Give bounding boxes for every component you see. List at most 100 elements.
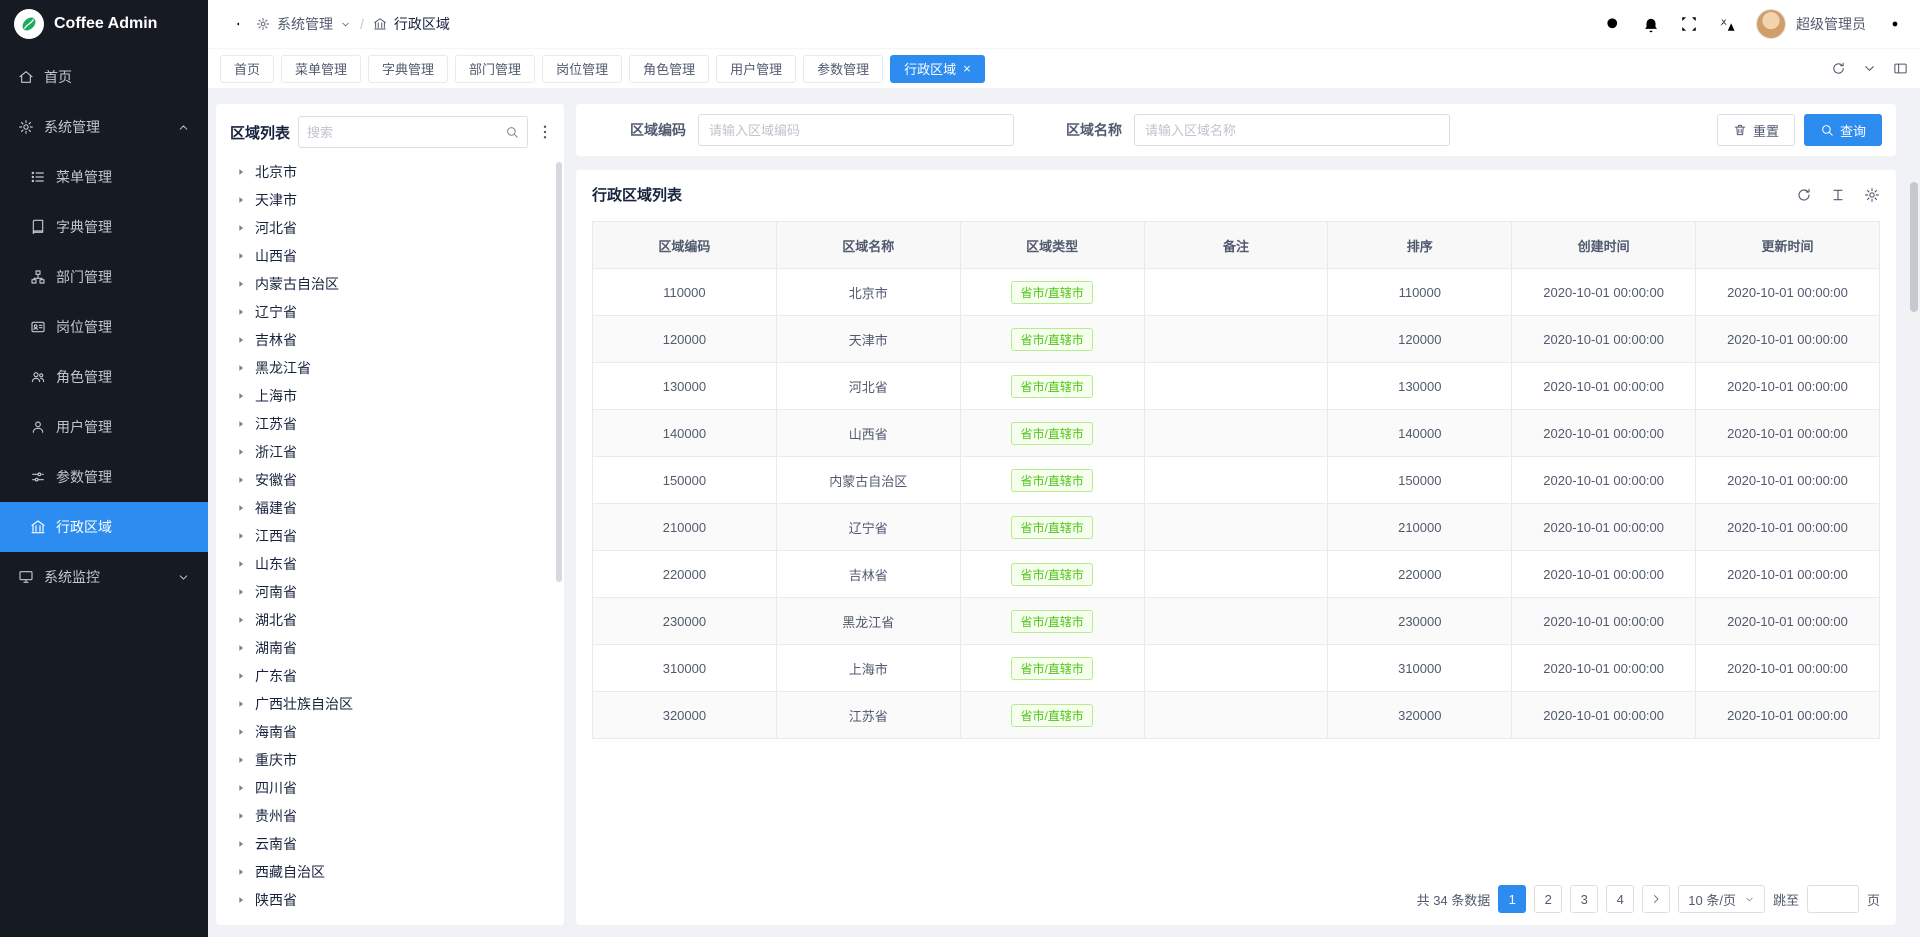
pagination-total: 共 34 条数据 [1417, 890, 1491, 909]
page-button-1[interactable]: 1 [1498, 885, 1526, 913]
tab-7[interactable]: 参数管理 [803, 55, 883, 83]
table-row[interactable]: 130000河北省省市/直辖市1300002020-10-01 00:00:00… [593, 363, 1880, 410]
sidebar-item-monitor[interactable]: 系统监控 [0, 552, 208, 602]
region-name-input[interactable] [1134, 114, 1450, 146]
sidebar-item-home[interactable]: 首页 [0, 52, 208, 102]
tree-node[interactable]: 海南省 [226, 718, 554, 746]
tree-node[interactable]: 北京市 [226, 158, 554, 186]
tree-node[interactable]: 山东省 [226, 550, 554, 578]
more-options-icon[interactable] [536, 123, 554, 141]
cell: 2020-10-01 00:00:00 [1512, 269, 1696, 316]
page-scrollbar[interactable] [1910, 180, 1918, 933]
next-page-button[interactable] [1642, 885, 1670, 913]
tree-node[interactable]: 贵州省 [226, 802, 554, 830]
tree-search-input[interactable] [307, 125, 505, 140]
tree-node[interactable]: 黑龙江省 [226, 354, 554, 382]
table-row[interactable]: 140000山西省省市/直辖市1400002020-10-01 00:00:00… [593, 410, 1880, 457]
tree-node[interactable]: 广东省 [226, 662, 554, 690]
text-height-icon[interactable] [1830, 187, 1846, 203]
tree-node[interactable]: 江苏省 [226, 410, 554, 438]
tree-node[interactable]: 河南省 [226, 578, 554, 606]
tree-node[interactable]: 湖南省 [226, 634, 554, 662]
reset-button[interactable]: 重置 [1717, 114, 1795, 146]
tree-node[interactable]: 辽宁省 [226, 298, 554, 326]
table-row[interactable]: 220000吉林省省市/直辖市2200002020-10-01 00:00:00… [593, 551, 1880, 598]
table-row[interactable]: 120000天津市省市/直辖市1200002020-10-01 00:00:00… [593, 316, 1880, 363]
tab-0[interactable]: 首页 [220, 55, 274, 83]
bank-icon [373, 17, 387, 31]
search-button[interactable]: 查询 [1804, 114, 1882, 146]
breadcrumb-item[interactable]: 系统管理 [277, 14, 333, 34]
sidebar-subitem-dict[interactable]: 字典管理 [0, 202, 208, 252]
tab-8[interactable]: 行政区域 × [890, 55, 985, 83]
sidebar-subitem-dept[interactable]: 部门管理 [0, 252, 208, 302]
translate-icon[interactable] [1718, 15, 1736, 33]
tree-node[interactable]: 重庆市 [226, 746, 554, 774]
sidebar-subitem-role[interactable]: 角色管理 [0, 352, 208, 402]
sidebar-item-label: 首页 [44, 67, 72, 87]
tab-5[interactable]: 角色管理 [629, 55, 709, 83]
table-row[interactable]: 150000内蒙古自治区省市/直辖市1500002020-10-01 00:00… [593, 457, 1880, 504]
tree-node[interactable]: 河北省 [226, 214, 554, 242]
tree-scrollbar[interactable] [556, 162, 562, 582]
page-scrollbar-thumb[interactable] [1910, 182, 1918, 312]
reset-button-label: 重置 [1753, 121, 1779, 140]
page-button-2[interactable]: 2 [1534, 885, 1562, 913]
username[interactable]: 超级管理员 [1796, 14, 1866, 34]
gear-icon[interactable] [1864, 187, 1880, 203]
tree-node[interactable]: 福建省 [226, 494, 554, 522]
tab-6[interactable]: 用户管理 [716, 55, 796, 83]
bell-icon[interactable] [1642, 15, 1660, 33]
cell: 2020-10-01 00:00:00 [1512, 598, 1696, 645]
tree-node[interactable]: 江西省 [226, 522, 554, 550]
sidebar-subitem-region[interactable]: 行政区域 [0, 502, 208, 552]
reset-icon [1733, 123, 1747, 137]
collapse-sidebar-icon[interactable] [224, 15, 242, 33]
tree-node[interactable]: 湖北省 [226, 606, 554, 634]
jump-page-input[interactable] [1807, 885, 1859, 913]
tree-node[interactable]: 天津市 [226, 186, 554, 214]
chevron-down-icon[interactable] [1862, 61, 1877, 76]
sidebar-subitem-param[interactable]: 参数管理 [0, 452, 208, 502]
tab-2[interactable]: 字典管理 [368, 55, 448, 83]
tree-node[interactable]: 上海市 [226, 382, 554, 410]
avatar[interactable] [1756, 9, 1786, 39]
cell: 140000 [1328, 410, 1512, 457]
tab-4[interactable]: 岗位管理 [542, 55, 622, 83]
sidebar-subitem-post[interactable]: 岗位管理 [0, 302, 208, 352]
table-row[interactable]: 320000江苏省省市/直辖市3200002020-10-01 00:00:00… [593, 692, 1880, 739]
layout-icon[interactable] [1893, 61, 1908, 76]
tree-node[interactable]: 内蒙古自治区 [226, 270, 554, 298]
tree-node[interactable]: 广西壮族自治区 [226, 690, 554, 718]
page-button-3[interactable]: 3 [1570, 885, 1598, 913]
sidebar-subitem-user[interactable]: 用户管理 [0, 402, 208, 452]
tree-node[interactable]: 山西省 [226, 242, 554, 270]
table-row[interactable]: 310000上海市省市/直辖市3100002020-10-01 00:00:00… [593, 645, 1880, 692]
tab-3[interactable]: 部门管理 [455, 55, 535, 83]
search-icon[interactable] [505, 125, 519, 139]
tree-node[interactable]: 吉林省 [226, 326, 554, 354]
tree-node[interactable]: 浙江省 [226, 438, 554, 466]
refresh-icon[interactable] [1831, 61, 1846, 76]
page-button-4[interactable]: 4 [1606, 885, 1634, 913]
table-row[interactable]: 210000辽宁省省市/直辖市2100002020-10-01 00:00:00… [593, 504, 1880, 551]
fullscreen-icon[interactable] [1680, 15, 1698, 33]
cell-region-type: 省市/直辖市 [960, 457, 1144, 504]
tree-node[interactable]: 云南省 [226, 830, 554, 858]
region-code-input[interactable] [698, 114, 1014, 146]
tree-node[interactable]: 安徽省 [226, 466, 554, 494]
table-row[interactable]: 110000北京市省市/直辖市1100002020-10-01 00:00:00… [593, 269, 1880, 316]
tree-node[interactable]: 四川省 [226, 774, 554, 802]
sidebar-item-system[interactable]: 系统管理 [0, 102, 208, 152]
tab-1[interactable]: 菜单管理 [281, 55, 361, 83]
gear-icon[interactable] [1886, 15, 1904, 33]
close-tab-icon[interactable]: × [963, 62, 971, 75]
cell: 2020-10-01 00:00:00 [1696, 457, 1880, 504]
search-icon[interactable] [1604, 15, 1622, 33]
tree-node[interactable]: 陕西省 [226, 886, 554, 913]
sidebar-subitem-list[interactable]: 菜单管理 [0, 152, 208, 202]
page-size-select[interactable]: 10 条/页 [1678, 885, 1765, 913]
tree-node[interactable]: 西藏自治区 [226, 858, 554, 886]
table-row[interactable]: 230000黑龙江省省市/直辖市2300002020-10-01 00:00:0… [593, 598, 1880, 645]
refresh-icon[interactable] [1796, 187, 1812, 203]
